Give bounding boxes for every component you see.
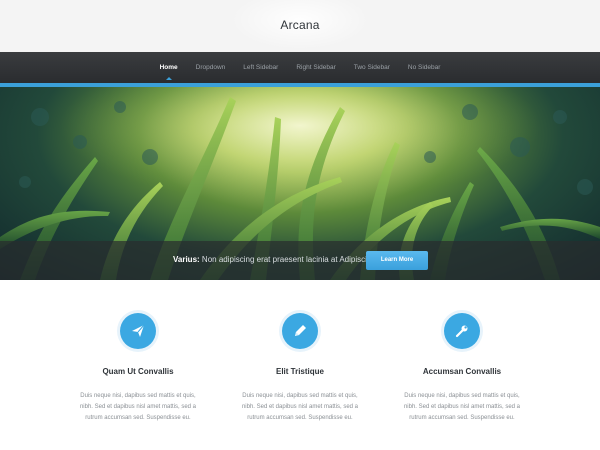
nav-item-no-sidebar[interactable]: No Sidebar (408, 64, 441, 71)
site-title[interactable]: Arcana (0, 18, 600, 32)
feature-text: Duis neque nisi, dapibus sed mattis et q… (241, 393, 359, 421)
feature-card: Quam Ut Convallis Duis neque nisi, dapib… (58, 313, 218, 424)
caption-strong: Varius: (173, 255, 200, 264)
pencil-icon (282, 313, 318, 349)
nav-items: Home Dropdown Left Sidebar Right Sidebar… (0, 52, 600, 83)
feature-text: Duis neque nisi, dapibus sed mattis et q… (403, 393, 521, 421)
banner-caption: Varius: Non adipiscing erat praesent lac… (173, 255, 376, 264)
page: Arcana Home Dropdown Left Sidebar Right … (0, 0, 600, 450)
nav-item-right-sidebar[interactable]: Right Sidebar (296, 64, 335, 71)
paper-plane-icon (120, 313, 156, 349)
nav-item-dropdown[interactable]: Dropdown (196, 64, 226, 71)
feature-card: Accumsan Convallis Duis neque nisi, dapi… (382, 313, 542, 424)
wrench-icon (444, 313, 480, 349)
banner-caption-bar: Varius: Non adipiscing erat praesent lac… (0, 241, 600, 280)
site-header: Arcana (0, 0, 600, 52)
feature-title: Quam Ut Convallis (102, 367, 174, 376)
main-nav: Home Dropdown Left Sidebar Right Sidebar… (0, 52, 600, 87)
nav-item-two-sidebar[interactable]: Two Sidebar (354, 64, 390, 71)
feature-title: Elit Tristique (275, 367, 324, 376)
nav-item-left-sidebar[interactable]: Left Sidebar (243, 64, 278, 71)
feature-title: Accumsan Convallis (422, 367, 502, 376)
feature-card: Elit Tristique Duis neque nisi, dapibus … (220, 313, 380, 424)
feature-text: Duis neque nisi, dapibus sed mattis et q… (79, 393, 197, 421)
nav-item-home[interactable]: Home (160, 64, 178, 80)
learn-more-button[interactable]: Learn More (366, 251, 428, 270)
caption-body: Non adipiscing erat praesent lacinia at … (201, 255, 376, 264)
